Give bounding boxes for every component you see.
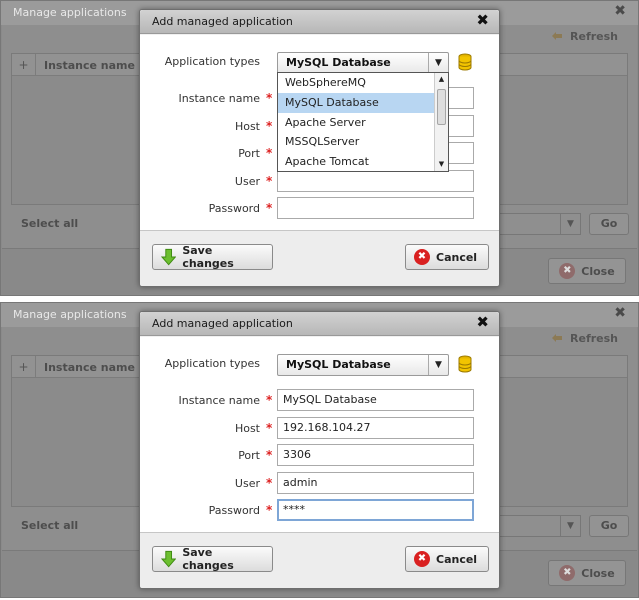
close-icon[interactable]: ✖ xyxy=(476,313,489,331)
label-user: User xyxy=(234,175,260,188)
refresh-label: Refresh xyxy=(570,331,618,345)
cancel-icon: ✖ xyxy=(414,249,430,265)
scroll-down-icon[interactable]: ▼ xyxy=(435,158,448,171)
dropdown-option[interactable]: WebSphereMQ xyxy=(278,73,436,93)
label-instance-name: Instance name xyxy=(178,394,260,407)
close-button[interactable]: ✖ Close xyxy=(548,258,626,284)
required-marker: * xyxy=(266,91,273,105)
dialog-footer: Save changes ✖ Cancel xyxy=(140,532,499,588)
database-icon[interactable] xyxy=(457,355,473,373)
user-input[interactable] xyxy=(277,170,474,192)
required-marker: * xyxy=(266,448,273,462)
close-icon[interactable]: ✖ xyxy=(614,305,626,321)
refresh-button[interactable]: Refresh xyxy=(550,331,618,345)
dropdown-scrollbar[interactable]: ▲ ▼ xyxy=(434,73,448,171)
screenshot-panel-dropdown-open: Manage applications ✖ Refresh + Instance… xyxy=(0,0,639,296)
chevron-down-icon[interactable]: ▼ xyxy=(560,214,580,234)
select-all-link[interactable]: Select all xyxy=(21,217,78,230)
label-instance-name: Instance name xyxy=(178,92,260,105)
port-input[interactable]: 3306 xyxy=(277,444,474,466)
instance-name-input[interactable]: MySQL Database xyxy=(277,389,474,411)
close-circle-icon: ✖ xyxy=(559,263,576,279)
add-row-icon[interactable]: + xyxy=(12,356,36,378)
dialog-form: Application types MySQL Database ▼ Insta… xyxy=(140,35,499,232)
label-password: Password xyxy=(208,202,260,215)
required-marker: * xyxy=(266,503,273,517)
close-circle-icon: ✖ xyxy=(559,565,576,581)
close-icon[interactable]: ✖ xyxy=(614,3,626,19)
add-managed-application-dialog: Add managed application ✖ Application ty… xyxy=(139,311,500,589)
dropdown-option-selected[interactable]: MySQL Database xyxy=(278,93,436,113)
required-marker: * xyxy=(266,146,273,160)
refresh-button[interactable]: Refresh xyxy=(550,29,618,43)
application-types-select[interactable]: MySQL Database ▼ xyxy=(277,354,449,376)
label-host: Host xyxy=(234,120,260,133)
dialog-titlebar: Add managed application ✖ xyxy=(140,312,499,336)
password-input[interactable]: **** xyxy=(277,499,474,521)
arrow-down-icon xyxy=(161,550,177,568)
required-marker: * xyxy=(266,119,273,133)
save-changes-label: Save changes xyxy=(182,244,234,270)
application-types-value: MySQL Database xyxy=(286,56,391,69)
close-button[interactable]: ✖ Close xyxy=(548,560,626,586)
arrow-down-icon xyxy=(161,248,177,266)
close-icon[interactable]: ✖ xyxy=(476,11,489,29)
cancel-icon: ✖ xyxy=(414,551,430,567)
refresh-icon xyxy=(552,32,563,40)
save-changes-label: Save changes xyxy=(182,546,234,572)
label-port: Port xyxy=(238,147,260,160)
scrollbar-thumb[interactable] xyxy=(437,89,446,125)
dialog-title: Add managed application xyxy=(152,317,293,330)
refresh-icon xyxy=(552,334,563,342)
dropdown-option[interactable]: MSSQLServer xyxy=(278,132,436,152)
required-marker: * xyxy=(266,476,273,490)
application-types-dropdown-list: WebSphereMQ MySQL Database Apache Server… xyxy=(277,72,449,172)
dropdown-option[interactable]: Apache Tomcat xyxy=(278,152,436,172)
required-marker: * xyxy=(266,421,273,435)
chevron-down-icon[interactable]: ▼ xyxy=(428,355,448,375)
application-types-value: MySQL Database xyxy=(286,358,391,371)
column-header-instance-name[interactable]: Instance name xyxy=(44,59,135,72)
save-changes-button[interactable]: Save changes xyxy=(152,546,273,572)
go-button[interactable]: Go xyxy=(589,515,629,537)
label-application-types: Application types xyxy=(164,55,260,68)
dialog-title: Add managed application xyxy=(152,15,293,28)
label-user: User xyxy=(234,477,260,490)
user-input[interactable]: admin xyxy=(277,472,474,494)
label-password: Password xyxy=(208,504,260,517)
label-host: Host xyxy=(234,422,260,435)
application-types-select[interactable]: MySQL Database ▼ xyxy=(277,52,449,74)
column-header-instance-name[interactable]: Instance name xyxy=(44,361,135,374)
add-row-icon[interactable]: + xyxy=(12,54,36,76)
close-button-label: Close xyxy=(581,566,615,580)
password-input[interactable] xyxy=(277,197,474,219)
screenshot-panel-form-filled: Manage applications ✖ Refresh + Instance… xyxy=(0,302,639,598)
cancel-label: Cancel xyxy=(436,552,478,566)
save-changes-button[interactable]: Save changes xyxy=(152,244,273,270)
add-managed-application-dialog: Add managed application ✖ Application ty… xyxy=(139,9,500,287)
label-port: Port xyxy=(238,449,260,462)
dialog-footer: Save changes ✖ Cancel xyxy=(140,230,499,286)
dialog-titlebar: Add managed application ✖ xyxy=(140,10,499,34)
manage-applications-title: Manage applications xyxy=(13,6,127,19)
database-icon[interactable] xyxy=(457,53,473,71)
required-marker: * xyxy=(266,174,273,188)
go-button[interactable]: Go xyxy=(589,213,629,235)
required-marker: * xyxy=(266,393,273,407)
cancel-label: Cancel xyxy=(436,250,478,264)
dialog-form: Application types MySQL Database ▼ Insta… xyxy=(140,337,499,534)
manage-applications-title: Manage applications xyxy=(13,308,127,321)
label-application-types: Application types xyxy=(164,357,260,370)
select-all-link[interactable]: Select all xyxy=(21,519,78,532)
chevron-down-icon[interactable]: ▼ xyxy=(428,53,448,73)
close-button-label: Close xyxy=(581,264,615,278)
scroll-up-icon[interactable]: ▲ xyxy=(435,73,448,86)
chevron-down-icon[interactable]: ▼ xyxy=(560,516,580,536)
required-marker: * xyxy=(266,201,273,215)
cancel-button[interactable]: ✖ Cancel xyxy=(405,244,489,270)
host-input[interactable]: 192.168.104.27 xyxy=(277,417,474,439)
dropdown-option[interactable]: Apache Server xyxy=(278,113,436,133)
cancel-button[interactable]: ✖ Cancel xyxy=(405,546,489,572)
refresh-label: Refresh xyxy=(570,29,618,43)
